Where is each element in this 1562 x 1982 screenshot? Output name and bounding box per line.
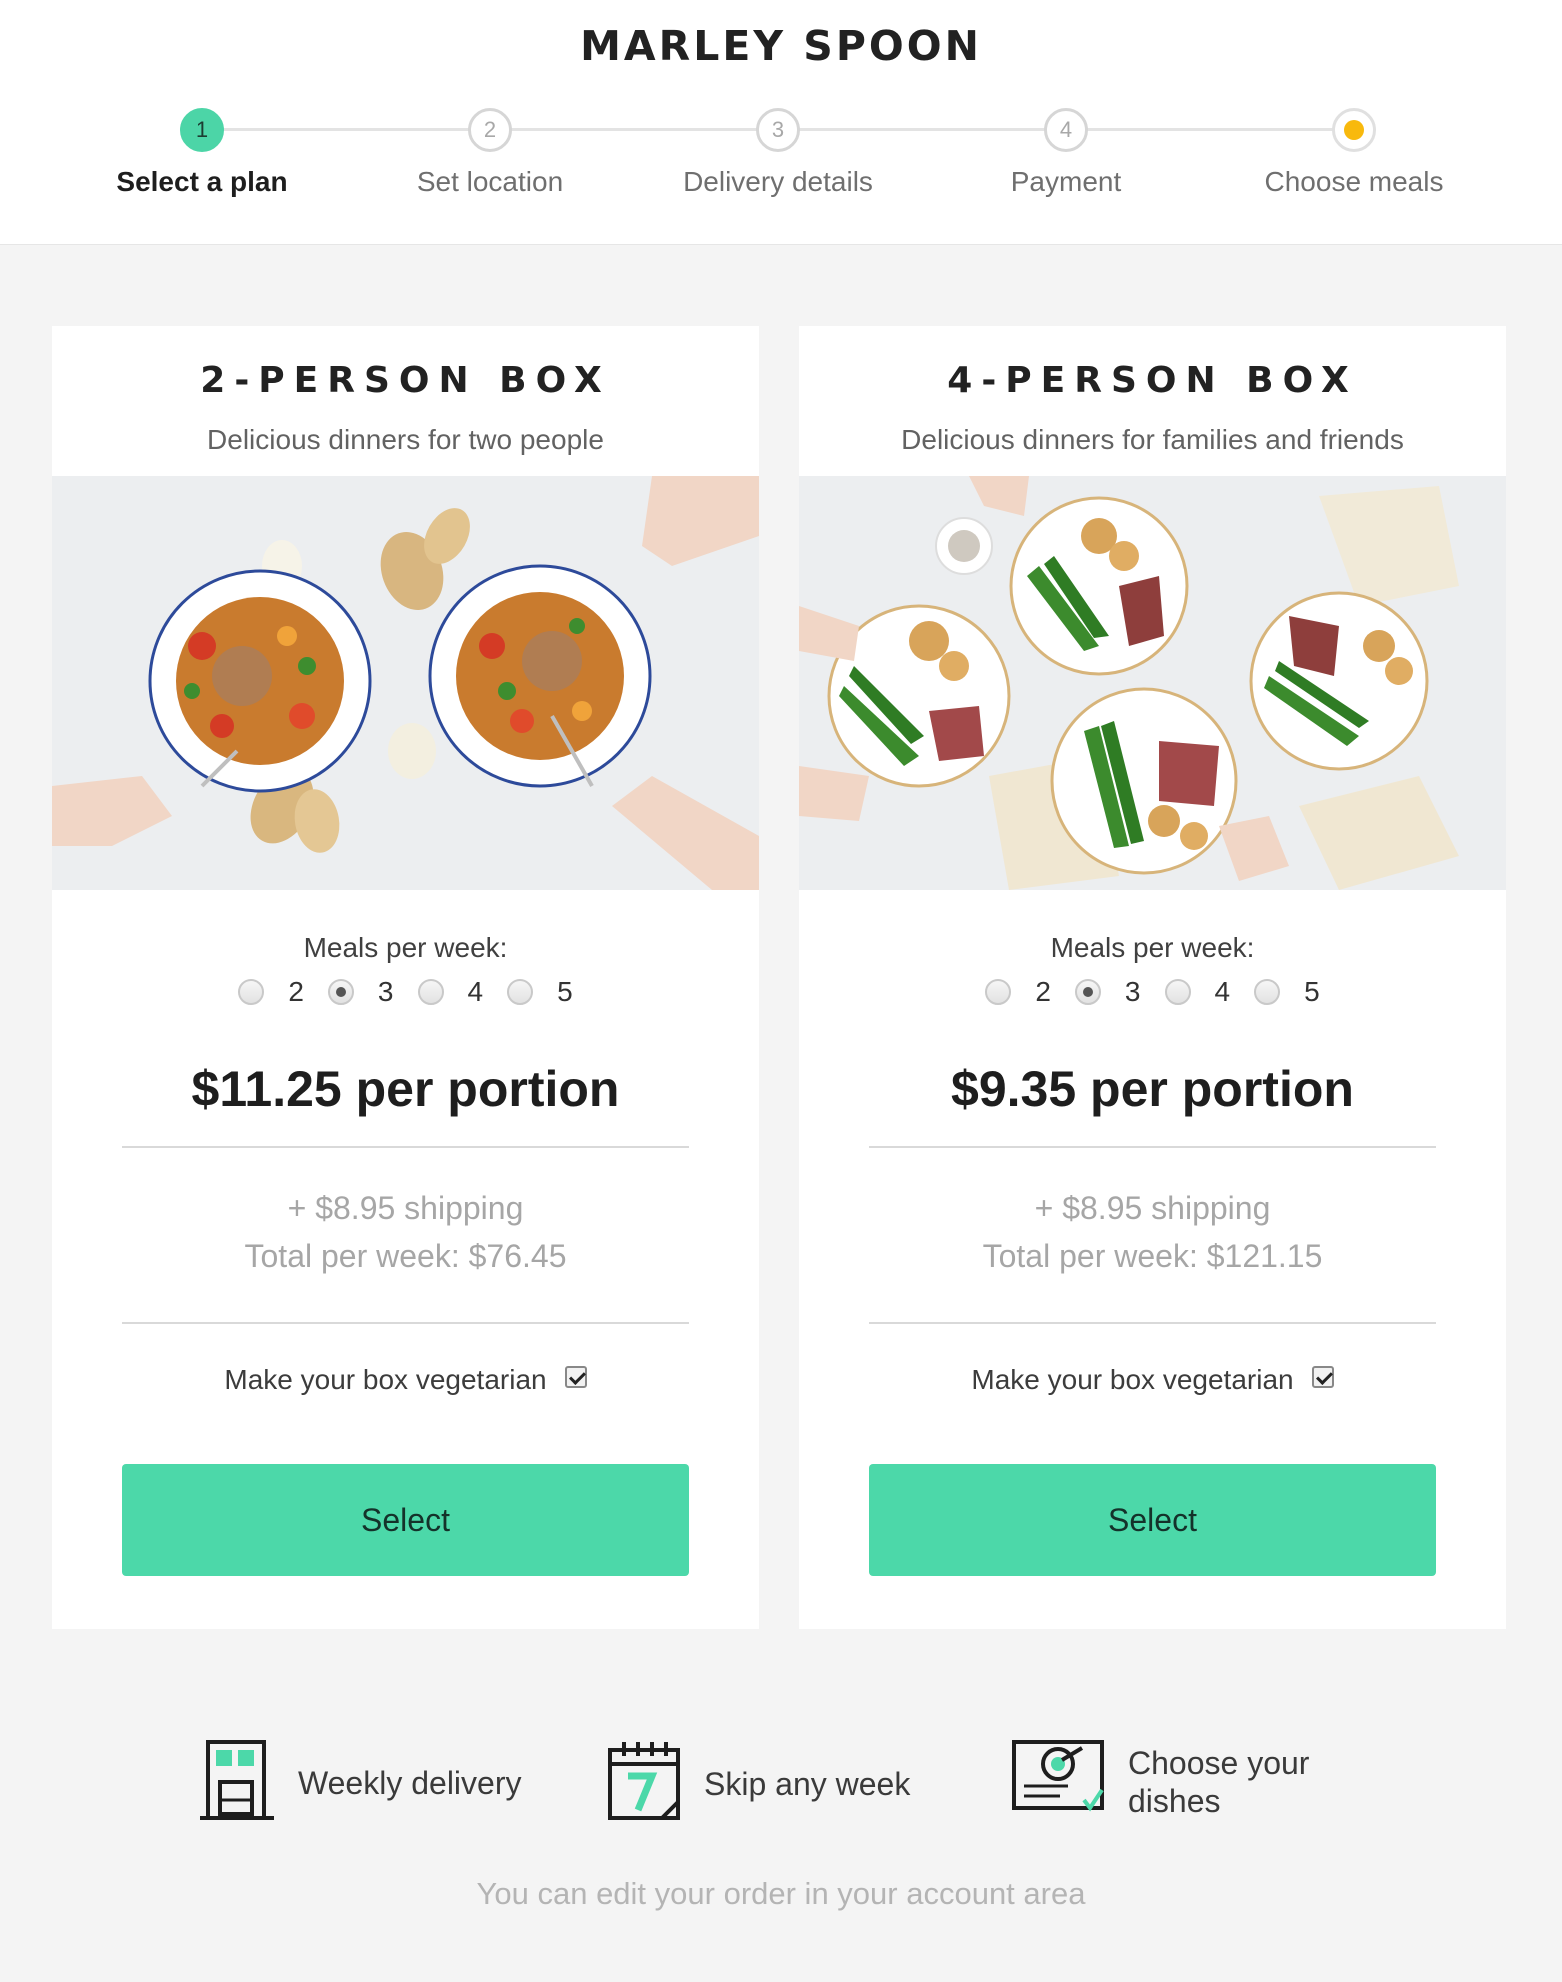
plan-title: 2-PERSON BOX	[200, 360, 611, 401]
step-final-dot	[1344, 120, 1364, 140]
step-label: Choose meals	[1264, 166, 1444, 197]
radio-label: 5	[557, 976, 573, 1007]
dish-menu-icon	[1010, 1738, 1106, 1825]
radio-button[interactable]	[417, 979, 444, 1005]
radio-button-selected[interactable]	[1074, 979, 1101, 1005]
radio-button-selected[interactable]	[327, 979, 354, 1005]
step-final-indicator	[1332, 108, 1376, 152]
radio-button[interactable]	[507, 979, 534, 1005]
step-label: Select a plan	[116, 166, 288, 197]
plan-title: 4-PERSON BOX	[947, 360, 1358, 401]
step-payment[interactable]: 4 Payment	[916, 108, 1216, 198]
vegetarian-label: Make your box vegetarian	[971, 1364, 1294, 1395]
radio-label: 3	[377, 976, 394, 1007]
meals-option-3[interactable]: 3	[1074, 976, 1141, 1008]
radio-button[interactable]	[1254, 979, 1281, 1005]
meals-option-2[interactable]: 2	[238, 976, 304, 1008]
shipping-cost: + $8.95 shipping	[287, 1190, 524, 1226]
radio-label: 2	[1035, 976, 1051, 1007]
radio-label: 5	[1304, 976, 1320, 1007]
step-choose-meals[interactable]: Choose meals	[1204, 108, 1504, 198]
plan-photo-four-plates	[799, 476, 1506, 890]
weekly-total: Total per week: $76.45	[244, 1238, 567, 1274]
step-number: 3	[756, 108, 800, 152]
select-2-person-button[interactable]: Select	[122, 1464, 689, 1576]
feature-skip-week: Skip any week	[606, 1740, 910, 1827]
shipping-cost: + $8.95 shipping	[1034, 1190, 1271, 1226]
price-per-portion: $9.35 per portion	[951, 1061, 1354, 1117]
calendar-icon	[606, 1740, 682, 1827]
plan-card-4-person: 4-PERSON BOX Delicious dinners for famil…	[799, 326, 1506, 1629]
meals-option-3[interactable]: 3	[327, 976, 394, 1008]
radio-button[interactable]	[238, 979, 265, 1005]
step-select-plan[interactable]: 1 Select a plan	[52, 108, 352, 198]
feature-label: Weekly delivery	[298, 1764, 522, 1801]
divider	[869, 1146, 1436, 1148]
step-label: Set location	[416, 166, 564, 197]
step-label: Delivery details	[683, 166, 873, 197]
feature-choose-dishes: Choose your dishes	[1010, 1738, 1328, 1825]
plan-subtitle: Delicious dinners for families and frien…	[901, 424, 1404, 455]
weekly-total: Total per week: $121.15	[982, 1238, 1323, 1274]
plan-card-2-person: 2-PERSON BOX Delicious dinners for two p…	[52, 326, 759, 1629]
divider	[869, 1322, 1436, 1324]
footer-note: You can edit your order in your account …	[476, 1876, 1086, 1911]
plan-subtitle: Delicious dinners for two people	[207, 424, 604, 455]
radio-label: 2	[288, 976, 304, 1007]
meals-per-week-label: Meals per week:	[303, 932, 508, 963]
vegetarian-checkbox[interactable]	[1311, 1366, 1334, 1388]
plan-photo-two-plates	[52, 476, 759, 890]
price-per-portion: $11.25 per portion	[191, 1061, 620, 1117]
radio-button[interactable]	[1164, 979, 1191, 1005]
meals-per-week-options: 2 3 4 5	[52, 976, 759, 1008]
step-number: 4	[1044, 108, 1088, 152]
radio-button[interactable]	[985, 979, 1012, 1005]
step-set-location[interactable]: 2 Set location	[340, 108, 640, 198]
divider	[122, 1146, 689, 1148]
vegetarian-checkbox[interactable]	[564, 1366, 587, 1388]
meals-option-5[interactable]: 5	[507, 976, 573, 1008]
step-number: 2	[468, 108, 512, 152]
delivery-box-icon	[200, 1738, 276, 1827]
meals-option-4[interactable]: 4	[1164, 976, 1231, 1008]
feature-label: Choose your dishes	[1128, 1744, 1310, 1819]
meals-option-4[interactable]: 4	[417, 976, 484, 1008]
header: MARLEY SPOON 1 Select a plan 2 Set locat…	[0, 0, 1562, 245]
meals-option-5[interactable]: 5	[1254, 976, 1320, 1008]
meals-per-week-label: Meals per week:	[1050, 932, 1255, 963]
feature-label: Skip any week	[704, 1765, 911, 1802]
step-number: 1	[180, 108, 224, 152]
step-delivery-details[interactable]: 3 Delivery details	[628, 108, 928, 198]
vegetarian-option: Make your box vegetarian	[799, 1364, 1506, 1396]
meals-per-week-options: 2 3 4 5	[799, 976, 1506, 1008]
meals-option-2[interactable]: 2	[985, 976, 1051, 1008]
progress-stepper: 1 Select a plan 2 Set location 3 Deliver…	[0, 0, 1562, 245]
step-label: Payment	[1010, 166, 1122, 197]
feature-weekly-delivery: Weekly delivery	[200, 1738, 521, 1827]
radio-label: 4	[467, 976, 484, 1007]
radio-label: 3	[1124, 976, 1141, 1007]
radio-label: 4	[1214, 976, 1231, 1007]
vegetarian-option: Make your box vegetarian	[52, 1364, 759, 1396]
divider	[122, 1322, 689, 1324]
select-4-person-button[interactable]: Select	[869, 1464, 1436, 1576]
vegetarian-label: Make your box vegetarian	[224, 1364, 547, 1395]
